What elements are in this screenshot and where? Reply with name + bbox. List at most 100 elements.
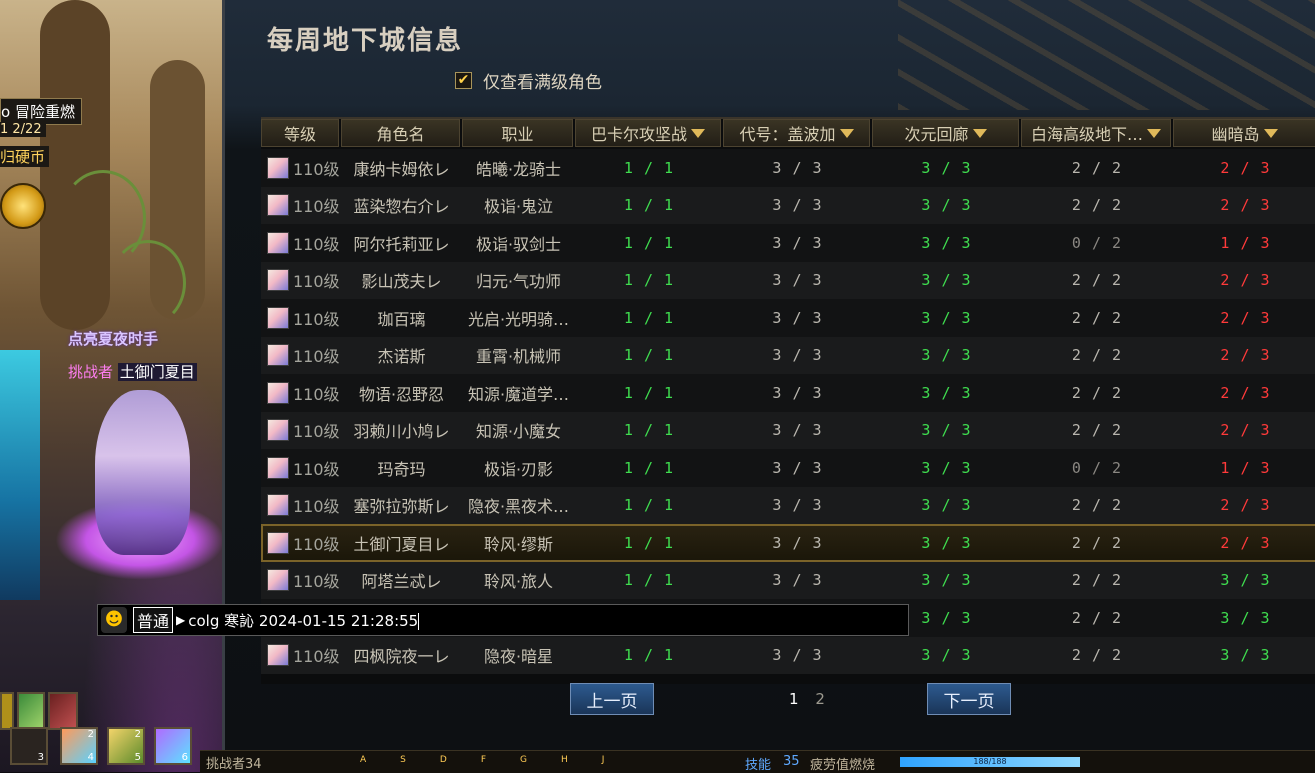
page-1-link[interactable]: 1: [789, 690, 799, 708]
prev-page-button[interactable]: 上一页: [570, 683, 654, 715]
skill-slot-key: 4: [87, 752, 94, 763]
dungeon-table: 等级 角色名 职业 巴卡尔攻坚战 代号：盖波加 次元回廊 白海高级地下… 幽暗岛…: [261, 117, 1315, 684]
fatigue-bar: 188/188: [900, 757, 1080, 767]
player-nameplate: 挑战者 土御门夏目: [68, 361, 197, 382]
character-job: 知源·魔道学…: [467, 384, 570, 404]
dungeon-progress-3: 3 / 3: [921, 533, 972, 552]
buff-icon[interactable]: [48, 692, 78, 730]
character-avatar-icon: [267, 194, 289, 217]
skill-slot[interactable]: 6: [154, 727, 192, 765]
table-row[interactable]: 110级 蓝染惣右介レ 极诣·鬼泣 1 / 1 3 / 3 3 / 3 2 / 2 2 / 3: [261, 186, 1315, 224]
level-text: 110级: [293, 422, 340, 442]
character-job: 聆风·旅人: [483, 572, 554, 592]
table-row[interactable]: 110级 阿尔托莉亚レ 极诣·驭剑士 1 / 1 3 / 3 3 / 3 0 / 2 1 / …: [261, 224, 1315, 262]
table-row[interactable]: 110级 阿塔兰忒レ 聆风·旅人 1 / 1 3 / 3 3 / 3 2 / 2 3 / 3: [261, 561, 1315, 599]
dungeon-progress-5: 2 / 3: [1220, 308, 1271, 327]
character-name: 玛奇玛: [377, 459, 426, 479]
buff-icon[interactable]: [17, 692, 45, 730]
channel-arrow-icon[interactable]: ▶: [176, 613, 185, 627]
table-row[interactable]: 110级 珈百璃 光启·光明骑… 1 / 1 3 / 3 3 / 3 2 / 2 2 / 3: [261, 299, 1315, 337]
skill-slot[interactable]: 24: [60, 727, 98, 765]
character-name: 阿塔兰忒レ: [361, 572, 442, 592]
header-job[interactable]: 职业: [462, 119, 573, 147]
dungeon-progress-3: 3 / 3: [921, 383, 972, 402]
table-row[interactable]: 110级 影山茂夫レ 归元·气功师 1 / 1 3 / 3 3 / 3 2 / 2 2 / 3: [261, 261, 1315, 299]
header-dungeon-5[interactable]: 幽暗岛: [1173, 119, 1315, 147]
character-name: 影山茂夫レ: [361, 272, 442, 292]
chat-channel-selector[interactable]: 普通: [133, 607, 174, 633]
hotkey-j[interactable]: J: [602, 755, 639, 765]
header-dungeon-1[interactable]: 巴卡尔攻坚战: [575, 119, 721, 147]
level-cell: 110级: [261, 306, 341, 330]
table-row[interactable]: 110级 玛奇玛 极诣·刃影 1 / 1 3 / 3 3 / 3 0 / 2 1 / 3: [261, 449, 1315, 487]
table-row[interactable]: 110级 四枫院夜一レ 隐夜·暗星 1 / 1 3 / 3 3 / 3 2 / 2 3 / 3: [261, 636, 1315, 674]
dungeon-progress-3: 3 / 3: [921, 308, 972, 327]
hotkey-d[interactable]: D: [440, 755, 481, 765]
player-character[interactable]: [95, 390, 190, 555]
hotkey-g[interactable]: G: [520, 755, 561, 765]
skill-slot-key: 5: [134, 752, 141, 763]
character-job: 隐夜·暗星: [483, 647, 554, 667]
smiley-icon[interactable]: ☻: [101, 607, 127, 633]
skill-slot-key: 3: [37, 752, 44, 763]
dungeon-progress-1: 1 / 1: [623, 308, 675, 327]
character-avatar-icon: [267, 381, 289, 404]
header-dungeon-4[interactable]: 白海高级地下…: [1021, 119, 1171, 147]
dungeon-progress-1: 1 / 1: [623, 458, 675, 477]
hotkey-a[interactable]: A: [360, 755, 400, 765]
dungeon-progress-5: 2 / 3: [1220, 196, 1271, 215]
buff-icon[interactable]: [0, 692, 14, 730]
dropdown-arrow-icon[interactable]: [1147, 128, 1161, 138]
chat-input[interactable]: colg 寒訫 2024-01-15 21:28:55: [188, 610, 420, 631]
dungeon-progress-2: 3 / 3: [772, 533, 823, 552]
table-row[interactable]: 110级 羽赖川小鸠レ 知源·小魔女 1 / 1 3 / 3 3 / 3 2 / 2 2 / …: [261, 411, 1315, 449]
header-dungeon-3[interactable]: 次元回廊: [872, 119, 1019, 147]
table-row[interactable]: 110级 土御门夏目レ 聆风·缪斯 1 / 1 3 / 3 3 / 3 2 / 2 2 / 3: [261, 524, 1315, 562]
dungeon-progress-1: 1 / 1: [623, 158, 675, 177]
level-cell: 110级: [261, 193, 341, 217]
dungeon-progress-1: 1 / 1: [623, 196, 675, 215]
hotkey-f[interactable]: F: [481, 755, 520, 765]
dungeon-progress-2: 3 / 3: [772, 571, 823, 590]
skill-slot-key: 6: [181, 752, 188, 763]
checkbox-checked-icon[interactable]: ✔: [455, 72, 472, 89]
level-cell: 110级: [261, 456, 341, 480]
level-cell: 110级: [261, 643, 341, 667]
skill-slot[interactable]: 3: [10, 727, 48, 765]
dropdown-arrow-icon[interactable]: [972, 128, 987, 138]
dungeon-progress-2: 3 / 3: [772, 383, 823, 402]
dungeon-progress-1: 1 / 1: [623, 383, 675, 402]
character-name: 阿尔托莉亚レ: [353, 234, 450, 254]
hotkey-s[interactable]: S: [400, 755, 440, 765]
fatigue-label: 疲劳值燃烧: [810, 758, 876, 773]
level-text: 110级: [293, 309, 340, 329]
table-row[interactable]: 110级 杰诺斯 重霄·机械师 1 / 1 3 / 3 3 / 3 2 / 2 2 / 3: [261, 336, 1315, 374]
level-text: 110级: [293, 234, 340, 254]
header-name[interactable]: 角色名: [341, 119, 460, 147]
dropdown-arrow-icon[interactable]: [1263, 128, 1278, 138]
table-row[interactable]: 110级 物语·忍野忍 知源·魔道学… 1 / 1 3 / 3 3 / 3 2 / 2 2 /…: [261, 374, 1315, 412]
dungeon-progress-2: 3 / 3: [772, 346, 823, 365]
page-2-link[interactable]: 2: [815, 690, 825, 708]
header-dungeon-2[interactable]: 代号：盖波加: [723, 119, 870, 147]
event-title[interactable]: o 冒险重燃: [0, 98, 82, 125]
character-job: 知源·小魔女: [475, 422, 562, 442]
header-dungeon-1-label: 巴卡尔攻坚战: [590, 125, 687, 144]
dropdown-arrow-icon[interactable]: [691, 128, 705, 138]
table-row[interactable]: 110级 康纳卡姆依レ 皓曦·龙骑士 1 / 1 3 / 3 3 / 3 2 / 2 2 / …: [261, 149, 1315, 187]
header-level[interactable]: 等级: [261, 119, 339, 147]
max-level-filter[interactable]: ✔ 仅查看满级角色: [455, 68, 602, 93]
next-page-button[interactable]: 下一页: [927, 683, 1011, 715]
hotkey-h[interactable]: H: [561, 755, 602, 765]
level-text: 110级: [293, 497, 340, 517]
header-dungeon-3-label: 次元回廊: [904, 125, 969, 144]
table-row[interactable]: 110级 塞弥拉弥斯レ 隐夜·黑夜术… 1 / 1 3 / 3 3 / 3 2 / 2 2 /…: [261, 486, 1315, 524]
dungeon-progress-5: 2 / 3: [1220, 271, 1271, 290]
dungeon-progress-4: 2 / 2: [1071, 646, 1123, 665]
event-banner: 点亮夏夜时手: [68, 330, 159, 348]
skill-slot[interactable]: 25: [107, 727, 145, 765]
coin-icon[interactable]: [0, 183, 46, 229]
chat-bar[interactable]: ☻ 普通 ▶ colg 寒訫 2024-01-15 21:28:55: [97, 604, 909, 636]
dungeon-progress-1: 1 / 1: [623, 346, 675, 365]
dropdown-arrow-icon[interactable]: [839, 128, 854, 138]
